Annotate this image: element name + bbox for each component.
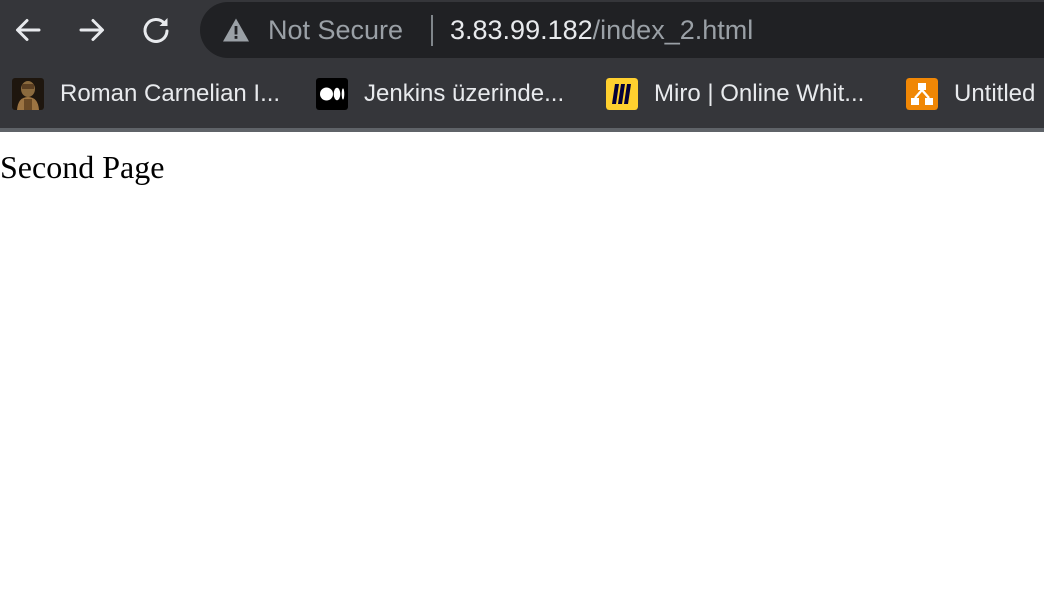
bookmark-miro[interactable]: Miro | Online Whit... [606,76,864,112]
bookmark-label: Roman Carnelian I... [60,80,281,107]
browser-toolbar: Not Secure 3.83.99.182/index_2.html [0,0,1044,62]
browser-chrome: Not Secure 3.83.99.182/index_2.html Roma… [0,0,1044,132]
page-content: Second Page [0,132,1044,614]
url-text[interactable]: 3.83.99.182/index_2.html [450,13,753,47]
reload-button[interactable] [136,10,176,50]
back-button[interactable] [8,10,48,50]
url-host: 3.83.99.182 [450,15,593,45]
medium-favicon [316,78,348,110]
url-path: /index_2.html [592,15,754,45]
page-heading: Second Page [0,149,165,185]
forward-button[interactable] [72,10,112,50]
portrait-favicon [12,78,44,110]
warning-triangle-icon[interactable] [222,17,250,43]
bookmark-roman-carnelian[interactable]: Roman Carnelian I... [12,76,280,112]
arrow-right-icon [79,19,104,41]
bookmark-untitled[interactable]: Untitled [906,76,1035,112]
bookmarks-bar: Roman Carnelian I... Jenkins üzerinde...… [0,62,1044,128]
bookmark-label: Untitled [954,80,1036,107]
miro-favicon [606,78,638,110]
bookmark-jenkins[interactable]: Jenkins üzerinde... [316,76,564,112]
diagram-favicon [906,78,938,110]
arrow-left-icon [16,19,41,41]
address-bar[interactable]: Not Secure 3.83.99.182/index_2.html [200,2,1044,58]
bookmark-label: Miro | Online Whit... [654,80,865,107]
security-status-label[interactable]: Not Secure [268,13,403,47]
reload-icon [143,18,169,43]
address-divider [431,15,433,46]
bookmark-label: Jenkins üzerinde... [364,80,565,107]
